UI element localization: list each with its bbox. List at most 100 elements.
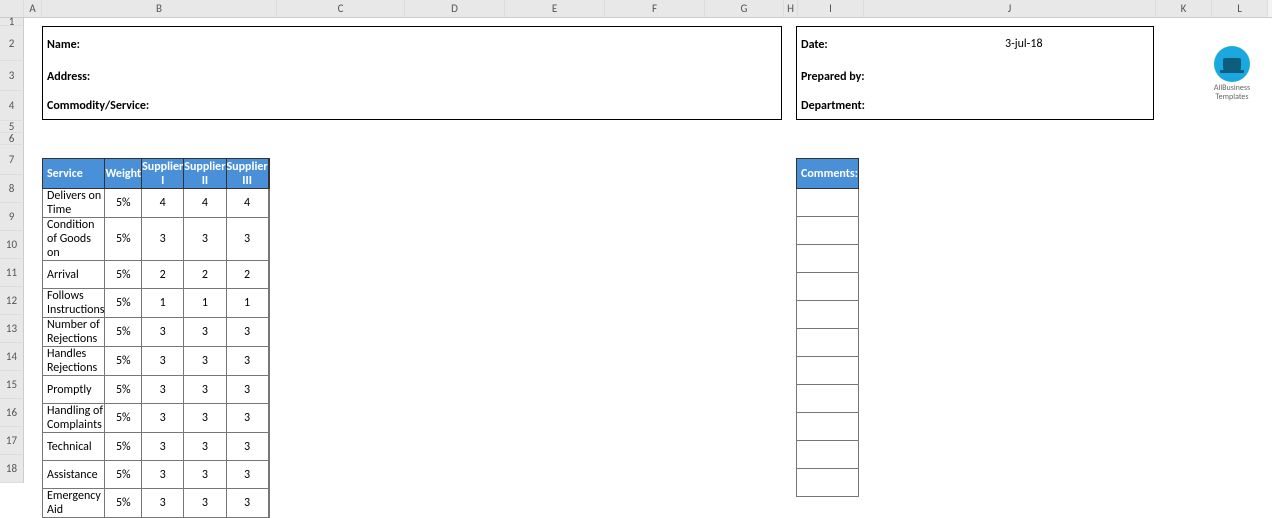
table-cell[interactable]: 3 bbox=[142, 433, 184, 461]
comments-cell[interactable] bbox=[797, 413, 859, 441]
table-cell[interactable]: 3 bbox=[142, 376, 184, 404]
table-cell[interactable]: 3 bbox=[184, 376, 226, 404]
table-cell[interactable]: 2 bbox=[184, 261, 226, 289]
table-cell[interactable]: 3 bbox=[226, 461, 268, 489]
table-cell[interactable]: 3 bbox=[184, 318, 226, 347]
table-cell[interactable] bbox=[268, 261, 269, 289]
row-header[interactable]: 16 bbox=[0, 399, 24, 427]
comments-cell[interactable] bbox=[797, 441, 859, 469]
column-header[interactable]: B bbox=[42, 0, 277, 17]
table-cell[interactable]: 5% bbox=[105, 189, 142, 218]
table-cell[interactable]: 2 bbox=[142, 261, 184, 289]
column-header[interactable]: L bbox=[1212, 0, 1268, 17]
row-header[interactable]: 10 bbox=[0, 231, 24, 259]
table-cell[interactable]: 3 bbox=[142, 347, 184, 376]
row-header[interactable]: 17 bbox=[0, 427, 24, 455]
table-cell[interactable]: 3 bbox=[184, 433, 226, 461]
column-header[interactable]: H bbox=[784, 0, 798, 17]
comments-cell[interactable] bbox=[797, 329, 859, 357]
row-header[interactable]: 9 bbox=[0, 203, 24, 231]
row-header[interactable]: 14 bbox=[0, 343, 24, 371]
column-header[interactable]: D bbox=[405, 0, 505, 17]
table-cell[interactable]: 5% bbox=[105, 376, 142, 404]
table-cell[interactable] bbox=[268, 289, 269, 318]
comments-cell[interactable] bbox=[797, 189, 859, 217]
row-header[interactable]: 1 bbox=[0, 18, 24, 26]
table-cell[interactable]: Handling of Complaints bbox=[43, 404, 105, 433]
table-cell[interactable]: 1 bbox=[226, 289, 268, 318]
row-header[interactable]: 12 bbox=[0, 287, 24, 315]
row-header[interactable]: 7 bbox=[0, 145, 24, 175]
comments-cell[interactable] bbox=[797, 273, 859, 301]
table-cell[interactable]: 5% bbox=[105, 261, 142, 289]
table-cell[interactable]: 3 bbox=[226, 433, 268, 461]
date-value[interactable]: 3-jul-18 bbox=[1005, 37, 1043, 51]
table-cell[interactable]: 5% bbox=[105, 461, 142, 489]
column-header[interactable]: G bbox=[705, 0, 784, 17]
column-header[interactable]: A bbox=[24, 0, 42, 17]
table-cell[interactable]: 3 bbox=[184, 489, 226, 518]
table-cell[interactable] bbox=[268, 218, 269, 261]
table-cell[interactable] bbox=[268, 376, 269, 404]
table-cell[interactable]: 3 bbox=[184, 404, 226, 433]
row-header[interactable]: 3 bbox=[0, 61, 24, 91]
table-cell[interactable]: 3 bbox=[142, 489, 184, 518]
table-cell[interactable]: 3 bbox=[226, 318, 268, 347]
column-header[interactable]: E bbox=[505, 0, 605, 17]
comments-cell[interactable] bbox=[797, 245, 859, 273]
table-cell[interactable]: Condition of Goods on bbox=[43, 218, 105, 261]
table-cell[interactable]: 3 bbox=[226, 347, 268, 376]
table-cell[interactable]: 3 bbox=[226, 489, 268, 518]
table-cell[interactable]: 4 bbox=[142, 189, 184, 218]
column-header[interactable]: F bbox=[605, 0, 705, 17]
table-cell[interactable]: 3 bbox=[184, 461, 226, 489]
table-cell[interactable]: Assistance bbox=[43, 461, 105, 489]
table-cell[interactable] bbox=[268, 347, 269, 376]
table-cell[interactable]: 3 bbox=[184, 218, 226, 261]
table-cell[interactable]: 1 bbox=[184, 289, 226, 318]
table-cell[interactable]: 5% bbox=[105, 289, 142, 318]
row-header[interactable]: 11 bbox=[0, 259, 24, 287]
row-header[interactable]: 8 bbox=[0, 175, 24, 203]
table-cell[interactable]: 3 bbox=[184, 347, 226, 376]
table-cell[interactable]: 3 bbox=[142, 404, 184, 433]
table-cell[interactable]: Follows Instructions bbox=[43, 289, 105, 318]
table-cell[interactable]: 5% bbox=[105, 218, 142, 261]
comments-cell[interactable] bbox=[797, 469, 859, 497]
table-cell[interactable]: 5% bbox=[105, 489, 142, 518]
table-cell[interactable]: Handles Rejections bbox=[43, 347, 105, 376]
comments-cell[interactable] bbox=[797, 357, 859, 385]
comments-cell[interactable] bbox=[797, 217, 859, 245]
column-header[interactable]: C bbox=[277, 0, 405, 17]
comments-cell[interactable] bbox=[797, 301, 859, 329]
table-cell[interactable]: 2 bbox=[226, 261, 268, 289]
row-header[interactable]: 6 bbox=[0, 133, 24, 145]
table-cell[interactable] bbox=[268, 489, 269, 518]
table-cell[interactable] bbox=[268, 461, 269, 489]
comments-cell[interactable] bbox=[797, 385, 859, 413]
table-cell[interactable]: Number of Rejections bbox=[43, 318, 105, 347]
table-cell[interactable]: 3 bbox=[226, 376, 268, 404]
table-cell[interactable] bbox=[268, 318, 269, 347]
column-header[interactable]: J bbox=[864, 0, 1156, 17]
table-cell[interactable] bbox=[268, 433, 269, 461]
table-cell[interactable]: Technical bbox=[43, 433, 105, 461]
table-cell[interactable]: 3 bbox=[142, 461, 184, 489]
table-cell[interactable]: Promptly bbox=[43, 376, 105, 404]
table-cell[interactable]: 5% bbox=[105, 318, 142, 347]
table-cell[interactable] bbox=[268, 189, 269, 218]
table-cell[interactable]: 3 bbox=[142, 318, 184, 347]
table-cell[interactable]: 3 bbox=[226, 218, 268, 261]
table-cell[interactable]: Arrival bbox=[43, 261, 105, 289]
table-cell[interactable]: 4 bbox=[226, 189, 268, 218]
table-cell[interactable]: 3 bbox=[142, 218, 184, 261]
table-cell[interactable]: 5% bbox=[105, 347, 142, 376]
table-cell[interactable]: 3 bbox=[226, 404, 268, 433]
row-header[interactable]: 18 bbox=[0, 455, 24, 483]
row-header[interactable]: 2 bbox=[0, 26, 24, 61]
row-header[interactable]: 15 bbox=[0, 371, 24, 399]
table-cell[interactable]: Emergency Aid bbox=[43, 489, 105, 518]
column-header[interactable]: K bbox=[1156, 0, 1212, 17]
row-header[interactable]: 13 bbox=[0, 315, 24, 343]
table-cell[interactable]: Delivers on Time bbox=[43, 189, 105, 218]
